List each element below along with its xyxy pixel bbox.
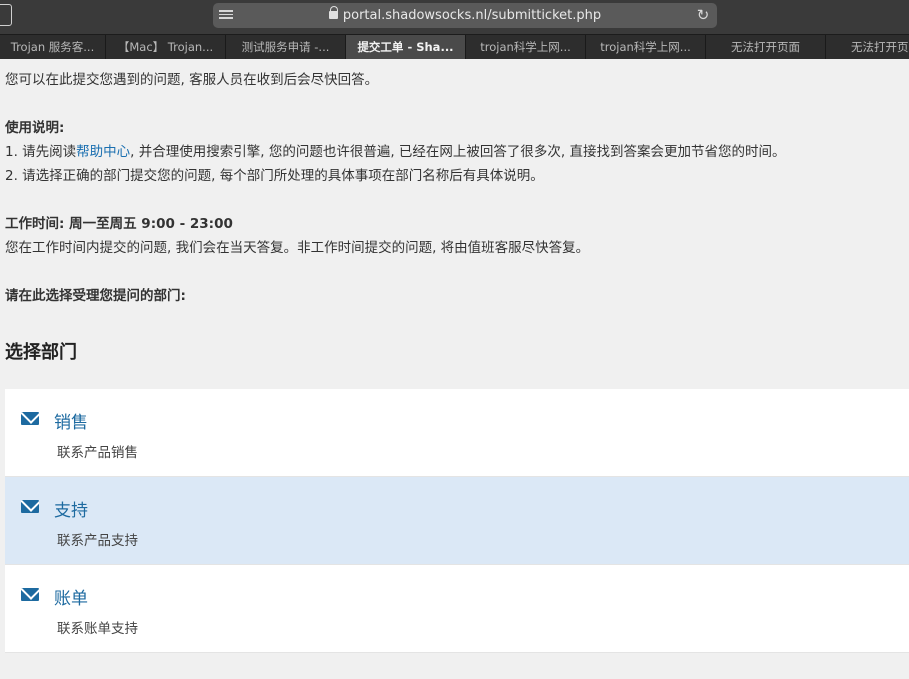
usage-line-1-suffix: , 并合理使用搜索引擎, 您的问题也许很普遍, 已经在网上被回答了很多次, 直接… [130,144,786,160]
department-sales[interactable]: 销售 联系产品销售 [5,389,909,477]
department-desc: 联系产品支持 [57,533,138,549]
tab-cannot-open-2[interactable]: 无法打开页面 [826,35,909,59]
page-content: 您可以在此提交您遇到的问题, 客服人员在收到后会尽快回答。 使用说明: 1. 请… [0,59,909,679]
tab-trojan-1[interactable]: trojan科学上网... [466,35,586,59]
usage-line-1-prefix: 1. 请先阅读 [5,144,77,160]
department-name[interactable]: 销售 [54,408,88,433]
reload-icon[interactable]: ↻ [695,7,711,23]
usage-title: 使用说明: [5,120,65,136]
intro-text: 您可以在此提交您遇到的问题, 客服人员在收到后会尽快回答。 [5,72,379,88]
working-hours-title: 工作时间: 周一至周五 9:00 - 23:00 [5,216,233,232]
envelope-icon [21,412,39,425]
department-name[interactable]: 账单 [54,584,88,609]
department-name[interactable]: 支持 [54,496,88,521]
choose-department-prompt: 请在此选择受理您提问的部门: [5,288,186,304]
help-center-link[interactable]: 帮助中心 [76,144,130,160]
tab-trojan-service[interactable]: Trojan 服务客... [0,35,106,59]
department-support[interactable]: 支持 联系产品支持 [5,477,909,565]
tab-submit-ticket[interactable]: 提交工单 - Sha... [346,35,466,59]
usage-line-2: 2. 请选择正确的部门提交您的问题, 每个部门所处理的具体事项在部门名称后有具体… [5,168,544,184]
envelope-icon [21,588,39,601]
tab-bar: Trojan 服务客... 【Mac】 Trojan... 测试服务申请 -..… [0,34,909,59]
lock-icon [328,6,339,19]
browser-toolbar: portal.shadowsocks.nl/submitticket.php ↻ [0,0,909,34]
department-desc: 联系产品销售 [57,445,138,461]
tab-test-service[interactable]: 测试服务申请 -... [226,35,346,59]
section-title: 选择部门 [5,342,77,363]
working-hours-desc: 您在工作时间内提交的问题, 我们会在当天答复。非工作时间提交的问题, 将由值班客… [5,240,590,256]
url-text: portal.shadowsocks.nl/submitticket.php [342,8,602,23]
address-bar[interactable]: portal.shadowsocks.nl/submitticket.php ↻ [213,3,717,28]
tab-mac-trojan[interactable]: 【Mac】 Trojan... [106,35,226,59]
department-desc: 联系账单支持 [57,621,138,637]
department-billing[interactable]: 账单 联系账单支持 [5,565,909,653]
tab-cannot-open-1[interactable]: 无法打开页面 [706,35,826,59]
tab-trojan-2[interactable]: trojan科学上网... [586,35,706,59]
sidebar-toggle-button[interactable] [0,4,12,26]
usage-line-1: 1. 请先阅读帮助中心, 并合理使用搜索引擎, 您的问题也许很普遍, 已经在网上… [5,140,786,160]
envelope-icon [21,500,39,513]
